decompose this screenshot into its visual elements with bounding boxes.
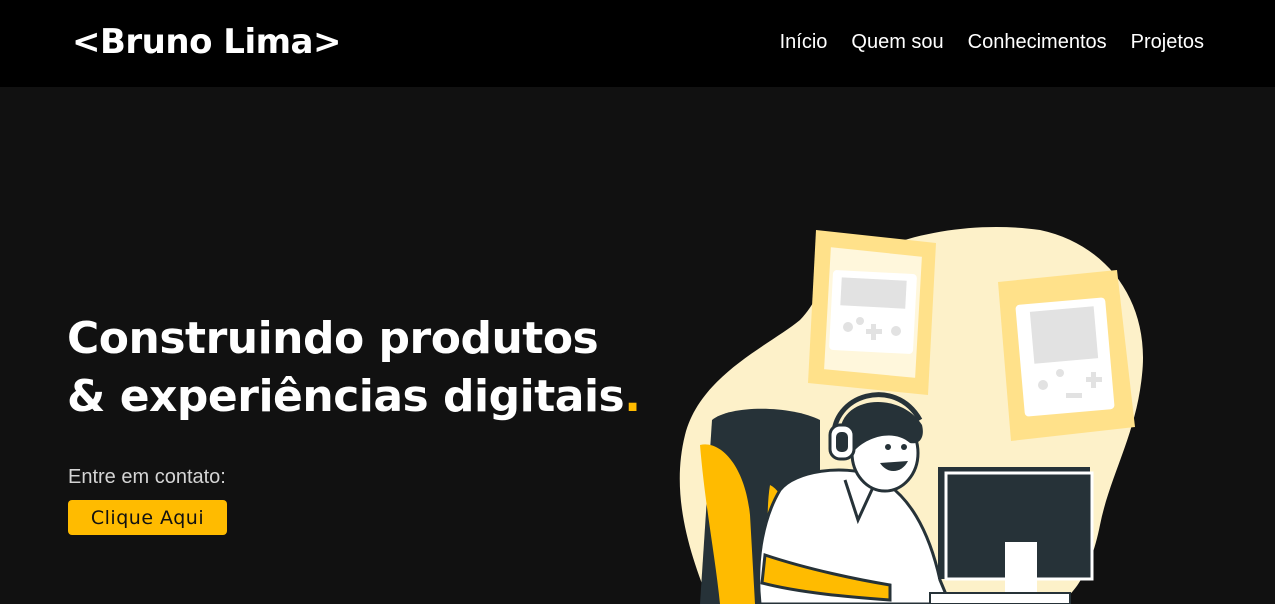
- nav-link-projetos[interactable]: Projetos: [1131, 28, 1204, 56]
- nav-link-quem-sou[interactable]: Quem sou: [851, 28, 943, 56]
- cta-button[interactable]: Clique Aqui: [68, 500, 227, 535]
- hero-title-line1: Construindo produtos: [67, 313, 599, 364]
- gamer-illustration: [679, 226, 1143, 604]
- main-nav: Início Quem sou Conhecimentos Projetos: [780, 28, 1204, 56]
- nav-link-inicio[interactable]: Início: [780, 28, 828, 56]
- handheld-game-console-icon: [998, 270, 1135, 441]
- handheld-game-console-icon: [808, 230, 936, 395]
- nav-link-conhecimentos[interactable]: Conhecimentos: [968, 28, 1107, 56]
- logo[interactable]: <Bruno Lima>: [72, 20, 341, 64]
- hero-title: Construindo produtos & experiências digit…: [67, 310, 641, 426]
- navbar: <Bruno Lima> Início Quem sou Conheciment…: [0, 0, 1275, 87]
- hero-title-accent-dot: .: [624, 371, 641, 422]
- hero-title-line2: & experiências digitais: [67, 371, 625, 422]
- contact-label: Entre em contato:: [68, 466, 226, 488]
